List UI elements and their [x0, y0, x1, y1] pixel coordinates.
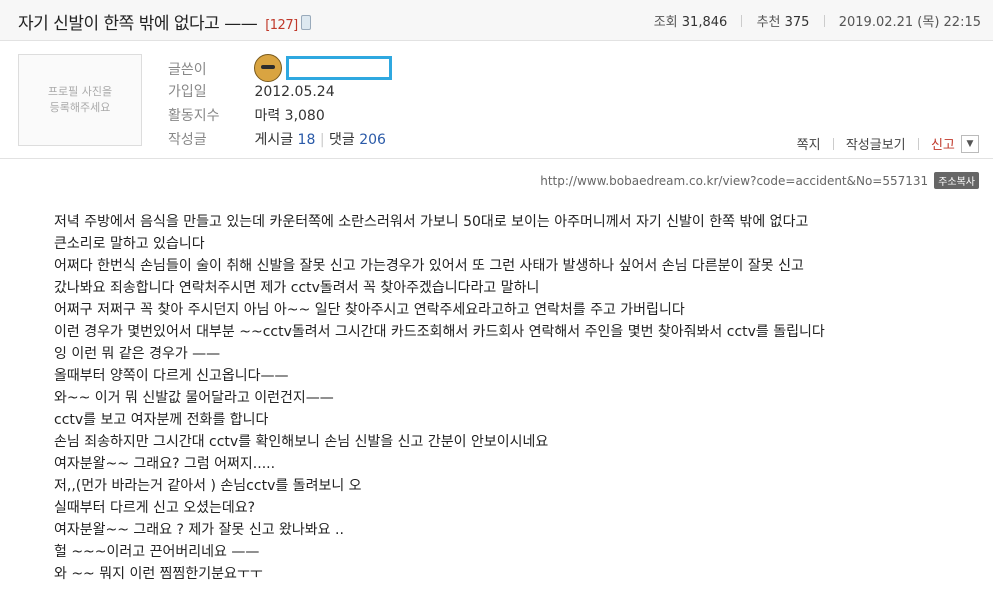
recommend-count: 375	[784, 15, 810, 30]
author-avatar-icon[interactable]	[254, 54, 283, 82]
joined-date: 2012.05.24	[254, 84, 335, 100]
action-divider	[832, 138, 834, 150]
post-title-area: 자기 신발이 한쪽 밖에 없다고 —— [127]	[18, 9, 311, 34]
activity-value: 마력 3,080	[254, 108, 325, 124]
post-url-area: http://www.bobaedream.co.kr/view?code=ac…	[540, 172, 979, 189]
body-line: 와 ~~ 뭐지 이런 찜찜한기분요ㅜㅜ	[54, 566, 263, 582]
post-actions: 쪽지 작성글보기 신고 ▼	[797, 134, 979, 155]
author-name-redacted[interactable]	[286, 56, 393, 80]
body-line: 큰소리로 말하고 있습니다	[54, 236, 205, 252]
body-line: 올때부터 양쪽이 다르게 신고옵니다——	[54, 368, 289, 384]
author-label: 글쓴이	[168, 62, 207, 78]
views-label: 조회	[653, 15, 678, 30]
joined-row: 가입일 2012.05.24	[168, 80, 392, 104]
activity-row: 활동지수 마력 3,080	[168, 104, 392, 128]
recommend-label: 추천	[756, 15, 781, 30]
body-line: 잉 이런 뭐 같은 경우가 ——	[54, 346, 221, 362]
chevron-down-icon[interactable]: ▼	[961, 134, 979, 153]
body-line: 손님 죄송하지만 그시간대 cctv를 확인해보니 손님 신발을 신고 간분이 …	[54, 434, 549, 450]
body-line: 저,,(먼가 바라는거 같아서 ) 손님cctv를 돌려보니 오	[54, 478, 362, 494]
meta-divider	[741, 15, 743, 27]
copy-url-button[interactable]: 주소복사	[934, 172, 979, 189]
posts-label: 작성글	[168, 132, 207, 148]
post-header: 자기 신발이 한쪽 밖에 없다고 —— [127] 조회 31,846 추천 37…	[0, 0, 993, 41]
body-line: cctv를 보고 여자분께 전화를 합니다	[54, 412, 269, 428]
comments-count[interactable]: 206	[359, 132, 386, 148]
comments-text: 댓글	[329, 132, 355, 148]
body-line: 이런 경우가 몇번있어서 대부분 ~~cctv돌려서 그시간대 카드조회해서 카…	[54, 324, 825, 340]
body-line: 어쩌다 한번식 손님들이 술이 취해 신발을 잘못 신고 가는경우가 있어서 또…	[54, 258, 804, 274]
profile-photo-text: 프로필 사진을 등록해주세요	[47, 85, 113, 114]
post-title: 자기 신발이 한쪽 밖에 없다고 ——	[18, 14, 258, 34]
report-button[interactable]: 신고	[931, 138, 955, 153]
message-button[interactable]: 쪽지	[797, 138, 821, 153]
body-line: 저녁 주방에서 음식을 만들고 있는데 카운터쪽에 소란스러워서 가보니 50대…	[54, 214, 809, 230]
author-info: 글쓴이 가입일 2012.05.24 활동지수 마력 3,080 작성글 게시글…	[168, 54, 393, 152]
body-line: 어쩌구 저쩌구 꼭 찾아 주시던지 아님 아~~ 일단 찾아주시고 연락주세요라…	[54, 302, 685, 318]
body-line: 헐 ~~~이러고 끈어버리네요 ——	[54, 544, 260, 560]
post-url[interactable]: http://www.bobaedream.co.kr/view?code=ac…	[540, 174, 928, 188]
section-divider	[0, 158, 993, 159]
body-line: 실때부터 다르게 신고 오셨는데요?	[54, 500, 256, 516]
body-line: 와~~ 이거 뭐 신발값 물어달라고 이런건지——	[54, 390, 334, 406]
post-datetime: 2019.02.21 (목) 22:15	[838, 15, 981, 30]
body-line: 갔나봐요 죄송합니다 연락처주시면 제가 cctv돌려서 꼭 찾아주겠습니다라고…	[54, 280, 540, 296]
joined-label: 가입일	[168, 84, 207, 100]
posts-count[interactable]: 18	[298, 132, 316, 148]
post-meta: 조회 31,846 추천 375 2019.02.21 (목) 22:15	[654, 11, 981, 30]
posts-text: 게시글	[254, 132, 294, 148]
mobile-icon	[300, 15, 311, 30]
posts-row: 작성글 게시글 18 | 댓글 206	[168, 128, 392, 152]
profile-photo-placeholder: 프로필 사진을 등록해주세요	[18, 54, 142, 146]
view-posts-button[interactable]: 작성글보기	[846, 138, 906, 153]
post-body: 저녁 주방에서 음식을 만들고 있는데 카운터쪽에 소란스러워서 가보니 50대…	[54, 211, 954, 585]
action-divider	[917, 138, 919, 150]
views-count: 31,846	[681, 15, 728, 30]
comment-count-link[interactable]: [127]	[265, 18, 298, 33]
body-line: 여자분왈~~ 그래요 ? 제가 잘못 신고 왔나봐요 ..	[54, 522, 344, 538]
meta-divider	[823, 15, 825, 27]
activity-label: 활동지수	[168, 108, 220, 124]
posts-divider: |	[319, 132, 325, 148]
author-row: 글쓴이	[168, 54, 393, 82]
body-line: 여자분왈~~ 그래요? 그럼 어쩌지.....	[54, 456, 276, 472]
